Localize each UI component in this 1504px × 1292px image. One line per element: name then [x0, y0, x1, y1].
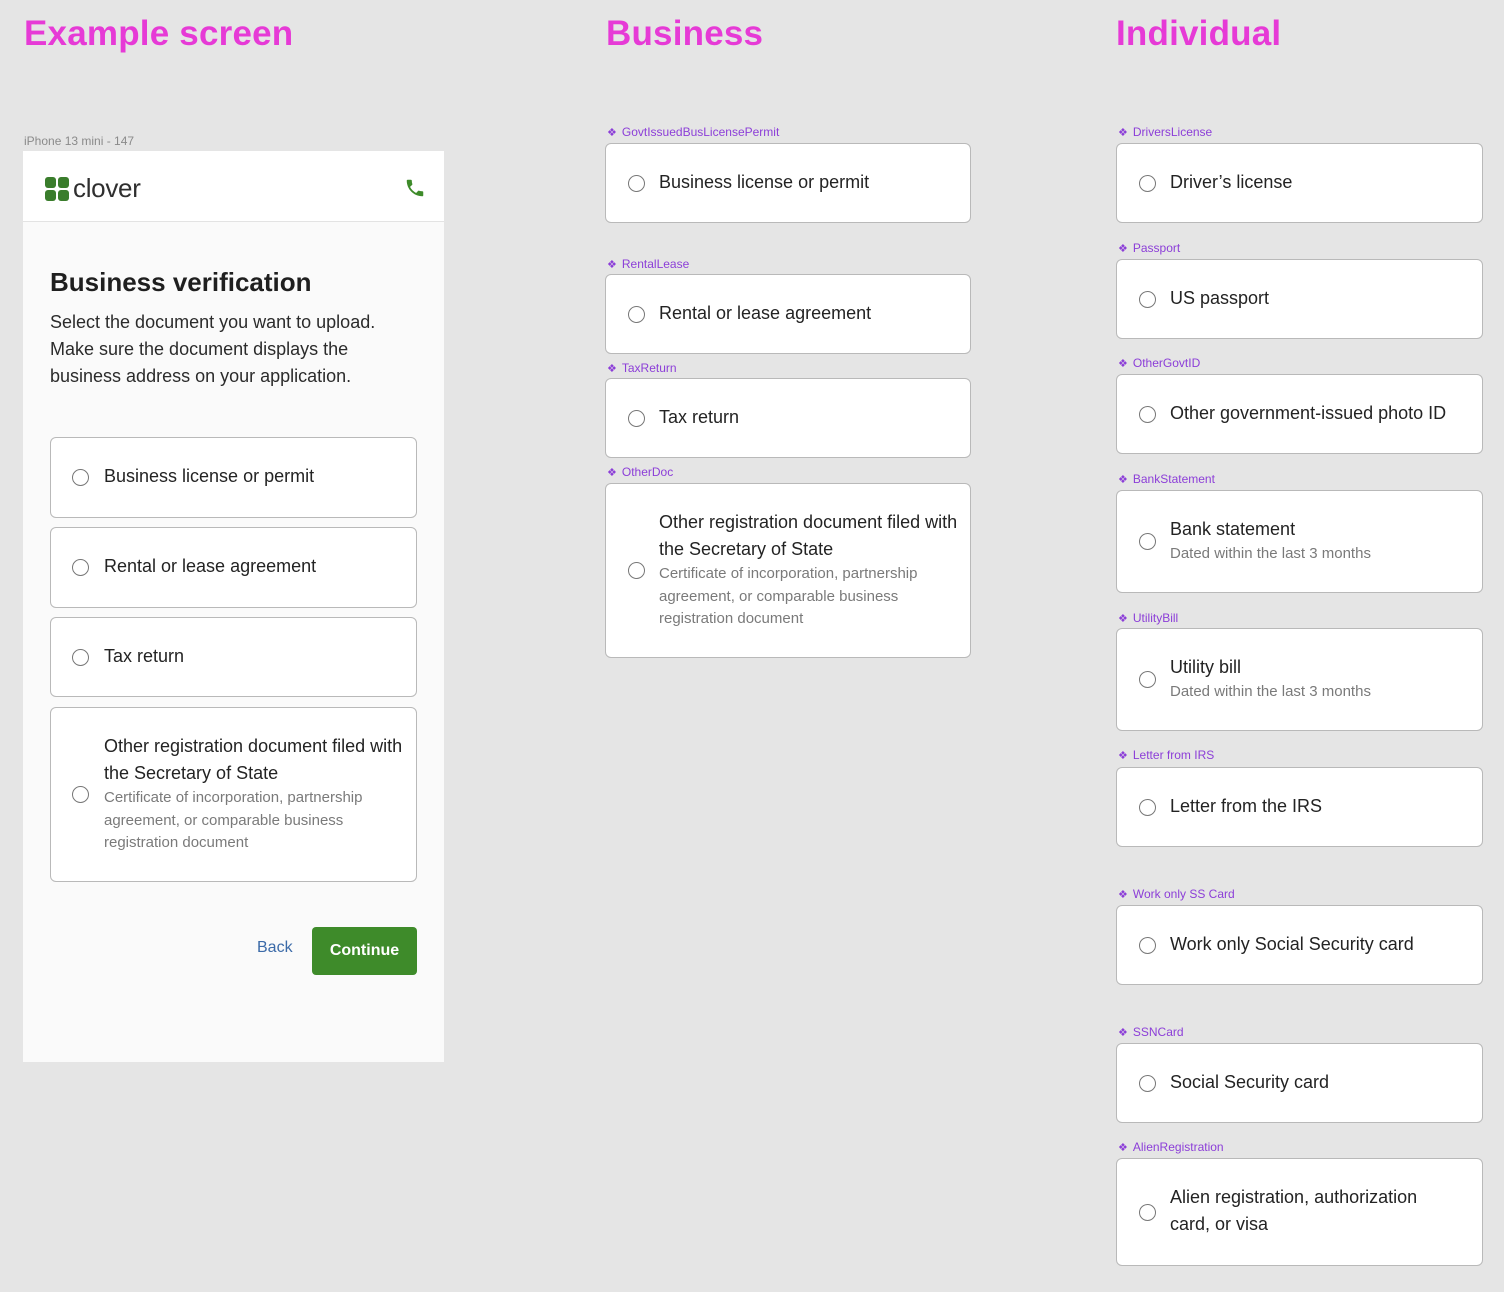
- component-diamond-icon: ❖: [1118, 888, 1128, 901]
- component-label: ❖ OtherDoc: [607, 465, 674, 479]
- option-label: Rental or lease agreement: [659, 303, 872, 323]
- component-label: ❖ DriversLicense: [1118, 125, 1213, 139]
- option-label: Alien registration, authorization card, …: [1170, 1187, 1418, 1234]
- option-sub: Certificate of incorporation, partnershi…: [104, 789, 363, 851]
- option-label: Driver’s license: [1170, 172, 1293, 192]
- component-diamond-icon: ❖: [1118, 1026, 1128, 1039]
- option-sub: Dated within the last 3 months: [1170, 683, 1371, 700]
- option-label: Other registration document filed with t…: [659, 512, 958, 559]
- option-label: US passport: [1170, 288, 1270, 308]
- option-label: Business license or permit: [659, 172, 870, 192]
- section-title-business: Business: [606, 14, 764, 53]
- radio-icon[interactable]: [1139, 799, 1156, 816]
- option-business-license[interactable]: Business license or permit: [50, 437, 417, 518]
- component-diamond-icon: ❖: [1118, 612, 1128, 625]
- option-sub: Dated within the last 3 months: [1170, 545, 1371, 562]
- component-label: ❖ RentalLease: [607, 257, 690, 271]
- business-option-tax[interactable]: Tax return: [605, 378, 971, 458]
- section-title-individual: Individual: [1116, 14, 1282, 53]
- business-option-license[interactable]: Business license or permit: [605, 143, 971, 223]
- individual-option-other-govt-id[interactable]: Other government-issued photo ID: [1116, 374, 1483, 454]
- option-label: Tax return: [659, 407, 740, 427]
- page-description: Select the document you want to upload. …: [50, 312, 376, 386]
- radio-icon[interactable]: [1139, 291, 1156, 308]
- option-label: Business license or permit: [104, 466, 315, 486]
- component-diamond-icon: ❖: [1118, 473, 1128, 486]
- option-tax-return[interactable]: Tax return: [50, 617, 417, 697]
- component-label: ❖ BankStatement: [1118, 472, 1215, 486]
- option-label: Bank statement: [1170, 519, 1296, 539]
- individual-option-utility-bill[interactable]: Utility bill Dated within the last 3 mon…: [1116, 628, 1483, 731]
- phone-icon[interactable]: [404, 177, 426, 204]
- radio-icon[interactable]: [1139, 175, 1156, 192]
- component-label: ❖ SSNCard: [1118, 1025, 1184, 1039]
- business-option-rental[interactable]: Rental or lease agreement: [605, 274, 971, 354]
- radio-icon[interactable]: [1139, 406, 1156, 423]
- component-label: ❖ TaxReturn: [607, 361, 677, 375]
- option-label: Tax return: [104, 646, 185, 666]
- component-diamond-icon: ❖: [607, 126, 617, 139]
- radio-icon[interactable]: [1139, 671, 1156, 688]
- back-button[interactable]: Back: [257, 939, 293, 957]
- individual-option-work-ss-card[interactable]: Work only Social Security card: [1116, 905, 1483, 985]
- individual-option-passport[interactable]: US passport: [1116, 259, 1483, 339]
- option-label: Other government-issued photo ID: [1170, 403, 1447, 423]
- individual-option-letter-irs[interactable]: Letter from the IRS: [1116, 767, 1483, 847]
- radio-icon[interactable]: [1139, 533, 1156, 550]
- radio-icon[interactable]: [628, 562, 645, 579]
- option-label: Utility bill: [1170, 657, 1242, 677]
- radio-icon[interactable]: [72, 469, 89, 486]
- radio-icon[interactable]: [628, 175, 645, 192]
- option-label: Social Security card: [1170, 1072, 1330, 1092]
- radio-icon[interactable]: [628, 306, 645, 323]
- component-diamond-icon: ❖: [607, 362, 617, 375]
- radio-icon[interactable]: [72, 559, 89, 576]
- component-label: ❖ Passport: [1118, 241, 1181, 255]
- component-diamond-icon: ❖: [1118, 749, 1128, 762]
- section-title-example: Example screen: [24, 14, 294, 53]
- component-diamond-icon: ❖: [1118, 242, 1128, 255]
- option-rental-lease[interactable]: Rental or lease agreement: [50, 527, 417, 608]
- individual-option-bank-statement[interactable]: Bank statement Dated within the last 3 m…: [1116, 490, 1483, 593]
- component-diamond-icon: ❖: [607, 258, 617, 271]
- component-diamond-icon: ❖: [1118, 357, 1128, 370]
- component-label: ❖ UtilityBill: [1118, 611, 1179, 625]
- component-label: ❖ GovtIssuedBusLicensePermit: [607, 125, 780, 139]
- radio-icon[interactable]: [1139, 937, 1156, 954]
- phone-header: clover: [23, 151, 444, 222]
- radio-icon[interactable]: [1139, 1075, 1156, 1092]
- component-label: ❖ OtherGovtID: [1118, 356, 1201, 370]
- option-label: Letter from the IRS: [1170, 796, 1323, 816]
- individual-option-ssn-card[interactable]: Social Security card: [1116, 1043, 1483, 1123]
- component-diamond-icon: ❖: [1118, 126, 1128, 139]
- clover-logo[interactable]: clover: [45, 173, 141, 204]
- component-diamond-icon: ❖: [1118, 1141, 1128, 1154]
- component-label: ❖ AlienRegistration: [1118, 1140, 1224, 1154]
- option-label: Rental or lease agreement: [104, 556, 317, 576]
- individual-option-drivers-license[interactable]: Driver’s license: [1116, 143, 1483, 223]
- component-diamond-icon: ❖: [607, 466, 617, 479]
- radio-icon[interactable]: [628, 410, 645, 427]
- example-phone-screen: clover Business verification Select the …: [23, 151, 444, 1062]
- option-label: Work only Social Security card: [1170, 934, 1414, 954]
- logo-text: clover: [73, 173, 141, 203]
- option-label: Other registration document filed with t…: [104, 736, 403, 783]
- individual-option-alien-registration[interactable]: Alien registration, authorization card, …: [1116, 1158, 1483, 1266]
- radio-icon[interactable]: [72, 786, 89, 803]
- business-option-other[interactable]: Other registration document filed with t…: [605, 483, 971, 658]
- continue-button[interactable]: Continue: [312, 927, 417, 975]
- component-label: ❖ Work only SS Card: [1118, 887, 1235, 901]
- radio-icon[interactable]: [1139, 1204, 1156, 1221]
- frame-label: iPhone 13 mini - 147: [24, 134, 135, 148]
- component-label: ❖ Letter from IRS: [1118, 748, 1215, 762]
- clover-logo-icon: [45, 176, 71, 202]
- option-other-doc[interactable]: Other registration document filed with t…: [50, 707, 417, 882]
- page-title: Business verification: [50, 267, 312, 297]
- option-sub: Certificate of incorporation, partnershi…: [659, 565, 918, 627]
- radio-icon[interactable]: [72, 649, 89, 666]
